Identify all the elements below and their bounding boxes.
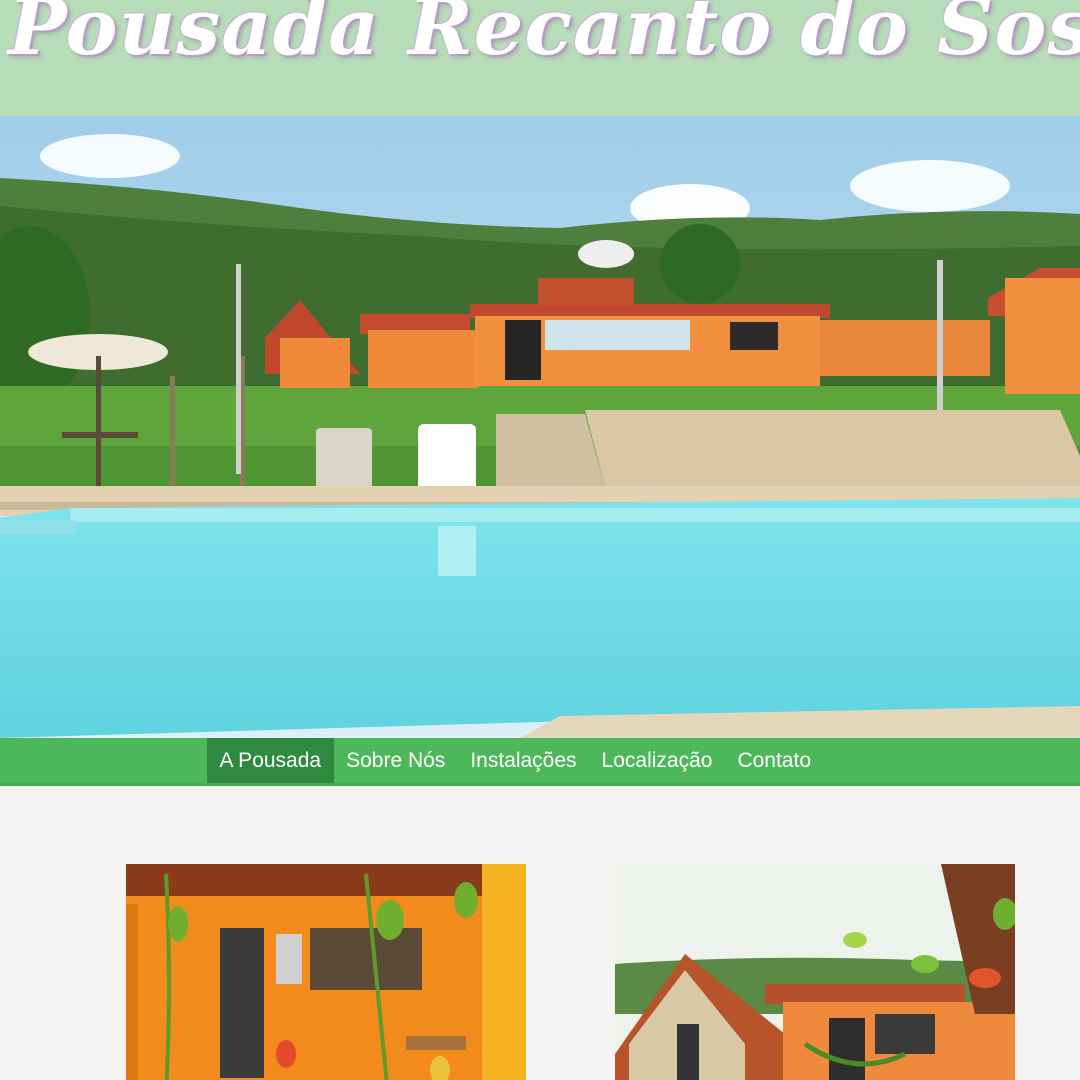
gallery-section	[0, 786, 1080, 1080]
main-nav-list: A Pousada Sobre Nós Instalações Localiza…	[207, 738, 824, 783]
main-nav: A Pousada Sobre Nós Instalações Localiza…	[0, 738, 1080, 786]
nav-item-instalacoes[interactable]: Instalações	[458, 738, 589, 783]
hero-pool-photo	[0, 116, 1080, 738]
hero-image	[0, 116, 1080, 738]
site-header: Pousada Recanto do Sossego	[0, 0, 1080, 116]
nav-item-sobre-nos[interactable]: Sobre Nós	[334, 738, 458, 783]
nav-item-a-pousada[interactable]: A Pousada	[207, 738, 334, 783]
site-title[interactable]: Pousada Recanto do Sossego	[8, 0, 1080, 73]
nav-item-contato[interactable]: Contato	[725, 738, 824, 783]
gallery-photo-chalets[interactable]	[615, 864, 1015, 1080]
gallery-photo-veranda[interactable]	[126, 864, 526, 1080]
nav-item-localizacao[interactable]: Localização	[589, 738, 725, 783]
